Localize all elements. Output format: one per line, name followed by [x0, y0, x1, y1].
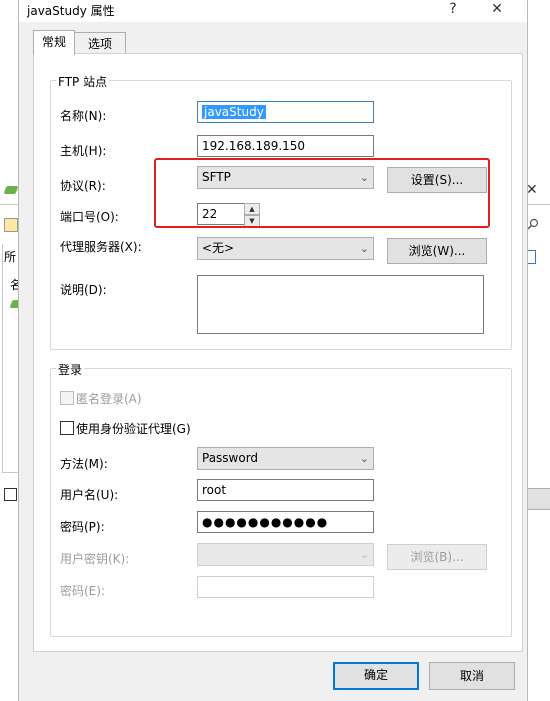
host-field[interactable]: 192.168.189.150: [197, 135, 374, 157]
tab-options[interactable]: 选项: [74, 32, 126, 55]
proxy-value: <无>: [202, 241, 235, 255]
winscp-icon: [3, 186, 19, 194]
chevron-down-icon: ⌄: [359, 452, 369, 465]
close-icon[interactable]: ✕: [487, 1, 507, 17]
bg-tab-fragment: 所: [4, 250, 17, 264]
bg-left-border: [2, 244, 3, 472]
properties-dialog: javaStudy 属性 ? ✕ 常规 选项 FTP 站点 名称(N): jav…: [18, 0, 528, 701]
tab-general[interactable]: 常规: [33, 30, 75, 55]
description-field[interactable]: [197, 275, 484, 334]
port-label: 端口号(O):: [60, 210, 119, 224]
host-label: 主机(H):: [60, 144, 107, 158]
password-label: 密码(P):: [60, 520, 105, 534]
chevron-down-icon: ⌄: [359, 242, 369, 255]
search-icon[interactable]: [527, 218, 539, 230]
cancel-button[interactable]: 取消: [429, 662, 515, 690]
agent-label: 使用身份验证代理(G): [76, 422, 191, 436]
bg-button[interactable]: [526, 488, 550, 510]
user-key-label: 用户密钥(K):: [60, 552, 130, 566]
user-key-select[interactable]: ⌄: [197, 543, 374, 566]
proxy-label: 代理服务器(X):: [60, 240, 142, 254]
method-select[interactable]: Password ⌄: [197, 447, 374, 470]
passphrase-field[interactable]: [197, 576, 374, 598]
password-field[interactable]: ●●●●●●●●●●●: [197, 511, 374, 533]
method-value: Password: [202, 451, 259, 465]
ftp-group-title: FTP 站点: [56, 73, 110, 90]
description-label: 说明(D):: [60, 283, 107, 297]
method-label: 方法(M):: [60, 457, 108, 471]
new-site-icon: [4, 218, 18, 232]
anonymous-checkbox[interactable]: [60, 391, 74, 405]
name-field[interactable]: javaStudy: [197, 101, 374, 123]
proxy-select[interactable]: <无> ⌄: [197, 237, 374, 260]
general-panel: FTP 站点 名称(N): javaStudy 主机(H): 192.168.1…: [33, 53, 523, 652]
name-label: 名称(N):: [60, 109, 107, 123]
dialog-title: javaStudy 属性: [27, 4, 115, 18]
protocol-label: 协议(R):: [60, 179, 106, 193]
title-bar: javaStudy 属性 ? ✕: [19, 0, 527, 22]
chevron-down-icon: ⌄: [359, 548, 369, 561]
highlight-annotation: [154, 158, 490, 228]
browse-key-button[interactable]: 浏览(B)...: [387, 544, 487, 570]
anonymous-label: 匿名登录(A): [76, 392, 142, 406]
bg-checkbox[interactable]: [4, 488, 17, 501]
username-field[interactable]: root: [197, 479, 374, 501]
login-group-title: 登录: [56, 361, 85, 378]
help-icon[interactable]: ?: [443, 1, 463, 17]
username-label: 用户名(U):: [60, 488, 119, 502]
browse-proxy-button[interactable]: 浏览(W)...: [387, 238, 487, 264]
passphrase-label: 密码(E):: [60, 584, 105, 598]
agent-checkbox[interactable]: [60, 421, 74, 435]
name-value: javaStudy: [202, 105, 266, 119]
ok-button[interactable]: 确定: [333, 662, 419, 690]
